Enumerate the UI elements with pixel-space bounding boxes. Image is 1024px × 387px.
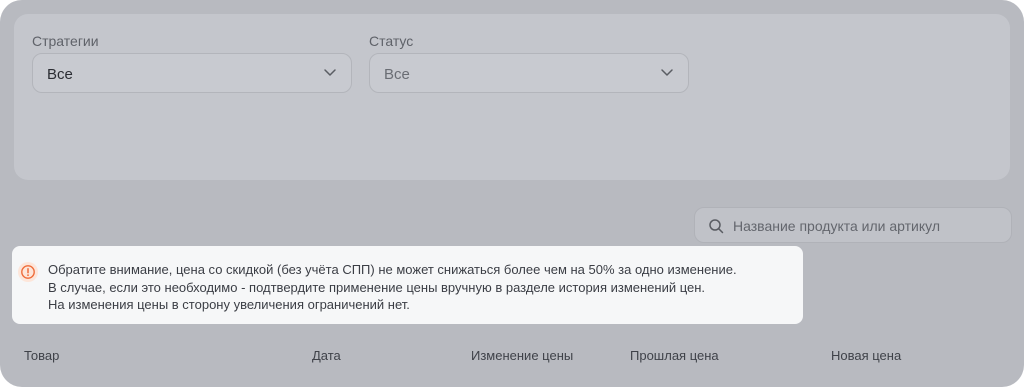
price-change-notice: Обратите внимание, цена со скидкой (без … xyxy=(12,246,803,324)
chevron-down-icon xyxy=(661,69,673,76)
search-input[interactable]: Название продукта или артикул xyxy=(694,207,1012,243)
strategy-filter-label: Стратегии xyxy=(32,33,99,49)
warning-circle-icon xyxy=(18,262,38,282)
chevron-down-icon xyxy=(324,69,336,76)
status-filter-label: Статус xyxy=(369,33,414,49)
filter-panel: Стратегии Все Статус Все xyxy=(14,14,1010,180)
notice-line: В случае, если это необходимо - подтверд… xyxy=(48,279,706,295)
search-icon xyxy=(709,219,724,234)
app-window: Стратегии Все Статус Все Название продук… xyxy=(0,0,1024,387)
notice-line: На изменения цены в сторону увеличения о… xyxy=(48,297,410,312)
notice-text: Обратите внимание, цена со скидкой (без … xyxy=(48,261,737,314)
strategy-select-value: Все xyxy=(47,66,73,83)
search-placeholder: Название продукта или артикул xyxy=(733,218,941,234)
column-header-product[interactable]: Товар xyxy=(24,348,59,363)
column-header-previous-price[interactable]: Прошлая цена xyxy=(630,348,719,363)
column-header-date[interactable]: Дата xyxy=(312,348,341,363)
column-header-price-change[interactable]: Изменение цены xyxy=(471,348,573,363)
column-header-new-price[interactable]: Новая цена xyxy=(831,348,901,363)
status-select-value: Все xyxy=(384,66,410,83)
table-header: Товар Дата Изменение цены Прошлая цена Н… xyxy=(0,346,1024,366)
strategy-select[interactable]: Все xyxy=(32,53,352,93)
notice-line: Обратите внимание, цена со скидкой (без … xyxy=(48,262,737,277)
status-select[interactable]: Все xyxy=(369,53,689,93)
